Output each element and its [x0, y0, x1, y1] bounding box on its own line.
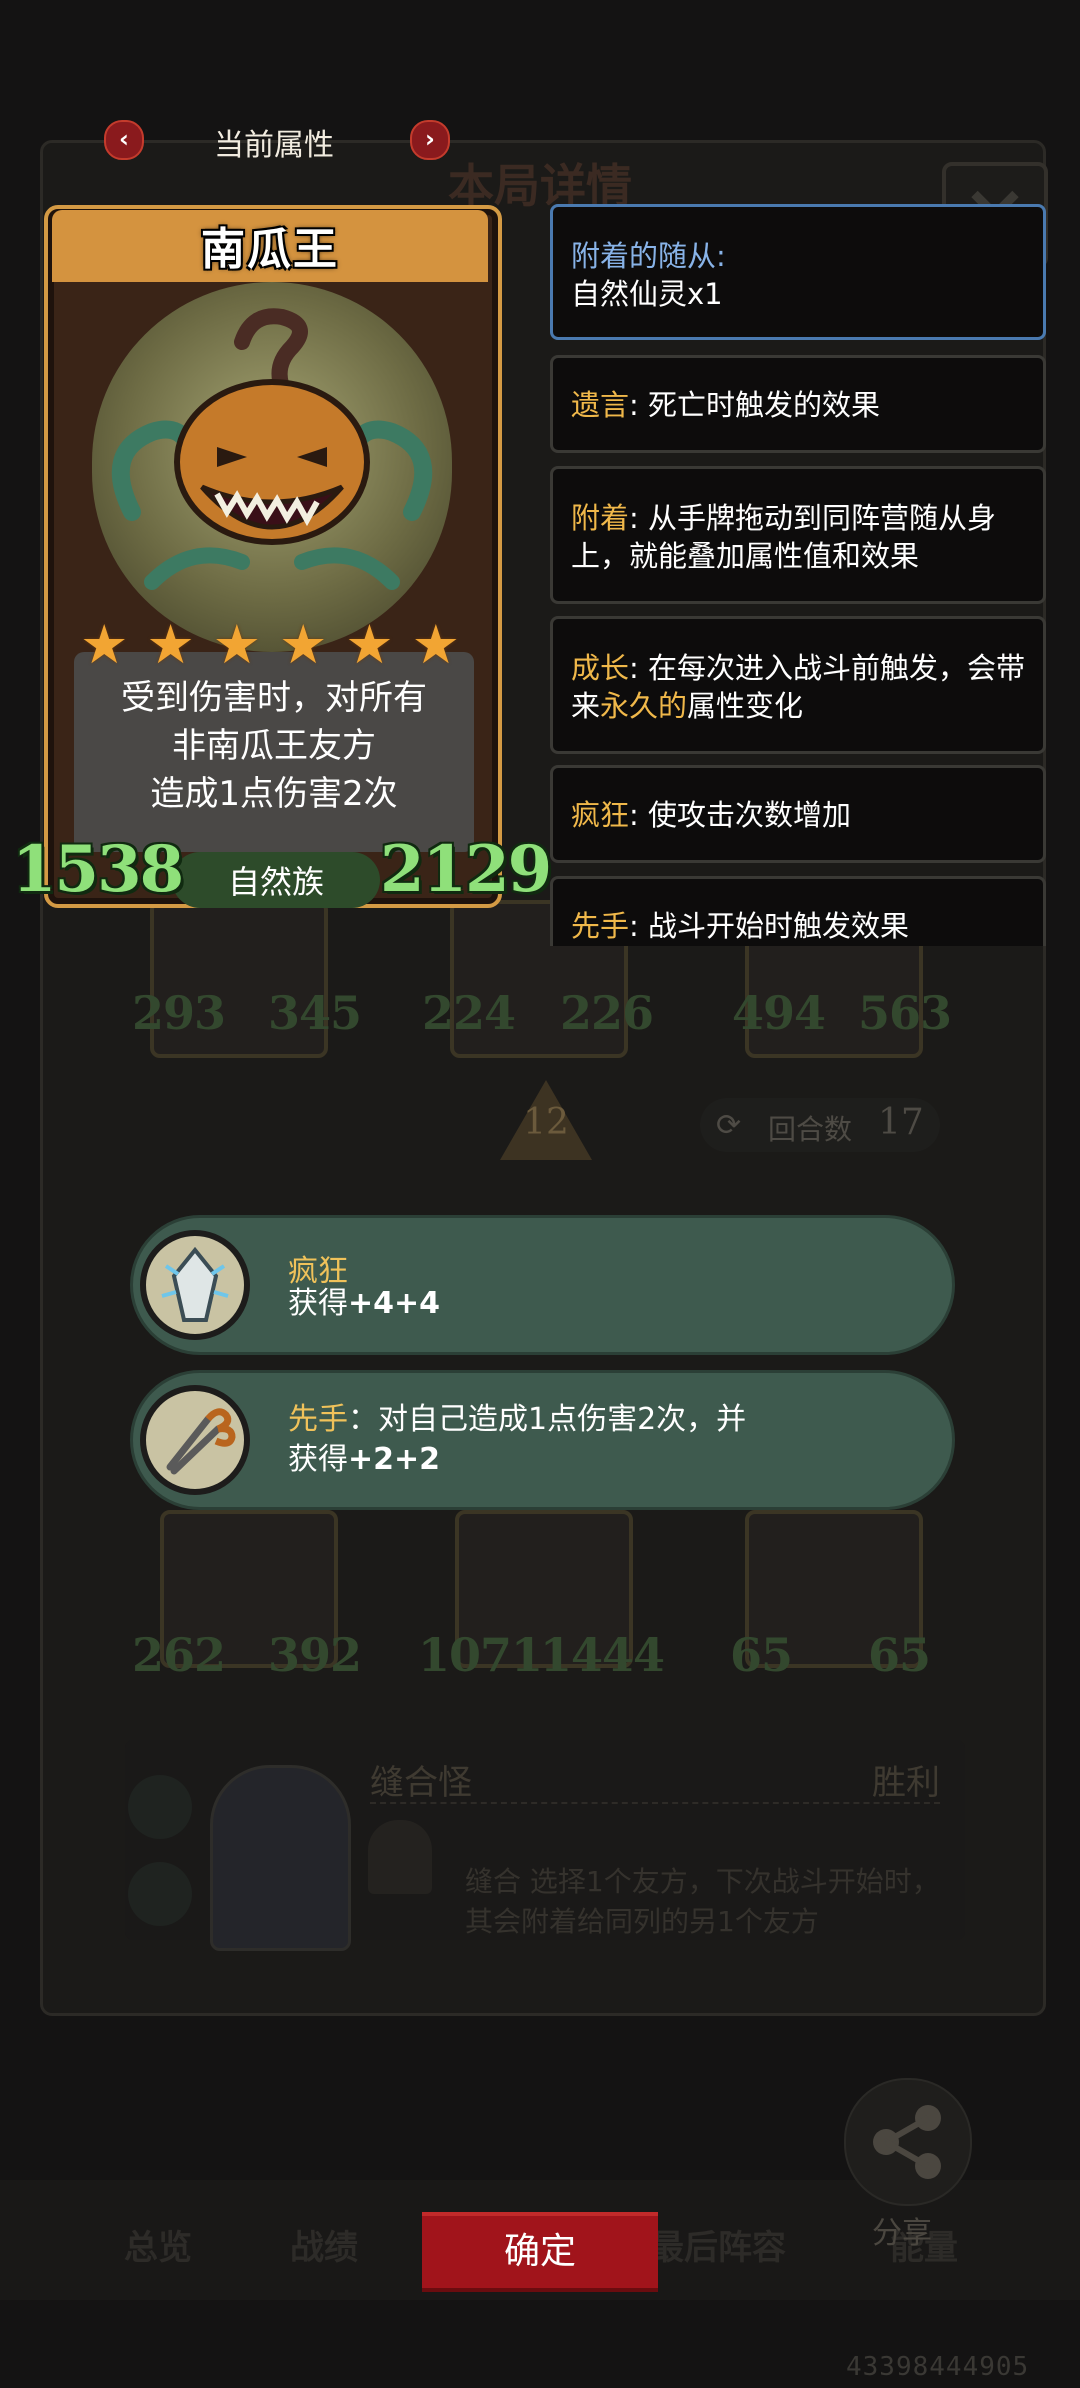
- keyword-text: : 使攻击次数增加: [629, 798, 852, 832]
- star-rating: ★ ★ ★ ★ ★ ★: [80, 618, 460, 672]
- keyword-first-strike: 先手: 战斗开始时触发效果: [550, 876, 1046, 946]
- keyword-name: 先手: [571, 909, 630, 943]
- next-arrow-button[interactable]: ›: [410, 120, 450, 160]
- attached-value: 自然仙灵x1: [571, 277, 723, 311]
- minion-attack: 65: [730, 1628, 793, 1682]
- effect-gain-label: 获得: [288, 1442, 348, 1477]
- keyword-frenzy: 疯狂: 使攻击次数增加: [550, 765, 1046, 863]
- star-icon: ★: [345, 613, 394, 676]
- effect-gain-label: 获得: [288, 1286, 348, 1321]
- keyword-deathrattle: 遗言: 死亡时触发的效果: [550, 355, 1046, 453]
- keyword-name: 疯狂: [571, 798, 630, 832]
- star-icon: ★: [80, 613, 129, 676]
- star-icon: ★: [278, 613, 328, 676]
- card-description-line: 造成1点伤害2次: [150, 774, 398, 814]
- prev-arrow-button[interactable]: ‹: [104, 120, 144, 160]
- effect-popup-frenzy: [130, 1215, 955, 1355]
- keyword-attach: 附着: 从手牌拖动到同阵营随从身上，就能叠加属性值和效果: [550, 466, 1046, 604]
- tab-final-lineup[interactable]: 最后阵容: [650, 2220, 786, 2269]
- minion-health: 563: [858, 986, 952, 1040]
- effect-name: 先手: [288, 1402, 348, 1437]
- minion-attack: 1071: [418, 1628, 543, 1682]
- minion-health: 1444: [540, 1628, 665, 1682]
- keyword-text: 属性变化: [687, 689, 804, 723]
- tribe-label: 自然族: [227, 863, 324, 901]
- divider: [370, 1802, 940, 1806]
- keyword-growth: 成长: 在每次进入战斗前触发，会带来永久的属性变化: [550, 616, 1046, 754]
- minion-health: 65: [868, 1628, 931, 1682]
- confirm-button[interactable]: 确定: [422, 2212, 658, 2292]
- minion-attack: 224: [422, 986, 516, 1040]
- tab-record[interactable]: 战绩: [290, 2220, 358, 2269]
- keyword-text: : 从手牌拖动到同阵营随从身上，就能叠加属性值和效果: [571, 501, 997, 573]
- pumpkin-king-icon: [111, 308, 433, 590]
- opponent-name: 缝合怪: [370, 1763, 472, 1803]
- effect-gain-value: +2+2: [348, 1442, 441, 1477]
- minion-health: 345: [268, 986, 362, 1040]
- share-label: 分享: [872, 2216, 932, 2251]
- effect-popup-first-strike: [130, 1370, 955, 1510]
- keyword-name: 附着: [571, 501, 630, 535]
- card-description-line: 非南瓜王友方: [172, 726, 376, 766]
- card-description-line: 受到伤害时，对所有: [121, 678, 427, 718]
- hero-power-description: 缝合 选择1个友方，下次战斗开始时，其会附着给同列的另1个友方: [465, 1865, 940, 1938]
- round-level: 12: [523, 1102, 569, 1143]
- effect-gain-value: +4+4: [348, 1286, 441, 1321]
- opponent-slot-icon: [128, 1775, 192, 1839]
- share-button[interactable]: [844, 2078, 972, 2206]
- minion-health: 392: [268, 1628, 362, 1682]
- crystal-icon: [161, 1246, 229, 1322]
- refresh-icon: ⟳: [716, 1108, 742, 1143]
- keyword-name: 成长: [571, 651, 630, 685]
- opponent-slot-icon: [128, 1862, 192, 1926]
- attributes-title: 当前属性: [214, 128, 334, 163]
- keyword-name: 遗言: [571, 388, 630, 422]
- star-icon: ★: [212, 613, 262, 676]
- effect-gain: 获得+4+4: [288, 1284, 440, 1324]
- shears-icon: [166, 1408, 236, 1475]
- frenzy-icon: [140, 1230, 250, 1340]
- first-strike-icon: [140, 1385, 250, 1495]
- share-icon: [873, 2105, 941, 2179]
- effect-desc: ：对自己造成1点伤害2次，并: [348, 1402, 747, 1437]
- card-health: 2129: [380, 832, 552, 907]
- match-result: 胜利: [872, 1763, 940, 1803]
- keyword-highlight: 永久的: [600, 689, 688, 723]
- turns-label: 回合数: [768, 1113, 853, 1146]
- minion-attack: 262: [132, 1628, 226, 1682]
- star-icon: ★: [146, 613, 195, 676]
- minion-attack: 494: [732, 986, 826, 1040]
- card-attack: 1538: [12, 832, 184, 907]
- minion-attack: 293: [132, 986, 226, 1040]
- attached-title: 附着的随从:: [571, 239, 726, 273]
- hero-power-icon: [368, 1820, 432, 1894]
- opponent-avatar: [210, 1765, 351, 1951]
- tab-overview[interactable]: 总览: [124, 2220, 192, 2269]
- version-number: 43398444905: [846, 2352, 1030, 2382]
- keyword-text: : 死亡时触发的效果: [629, 388, 881, 422]
- card-name: 南瓜王: [201, 224, 339, 275]
- effect-gain: 获得+2+2: [288, 1440, 440, 1480]
- card-art: [92, 282, 452, 652]
- turns-value: 17: [878, 1102, 924, 1143]
- card-description: 受到伤害时，对所有 非南瓜王友方 造成1点伤害2次: [74, 674, 474, 818]
- attached-minions-panel: 附着的随从: 自然仙灵x1: [550, 204, 1046, 340]
- keyword-text: : 战斗开始时触发效果: [629, 909, 910, 943]
- effect-description: 先手：对自己造成1点伤害2次，并: [288, 1400, 746, 1440]
- minion-health: 226: [560, 986, 654, 1040]
- star-icon: ★: [411, 613, 460, 676]
